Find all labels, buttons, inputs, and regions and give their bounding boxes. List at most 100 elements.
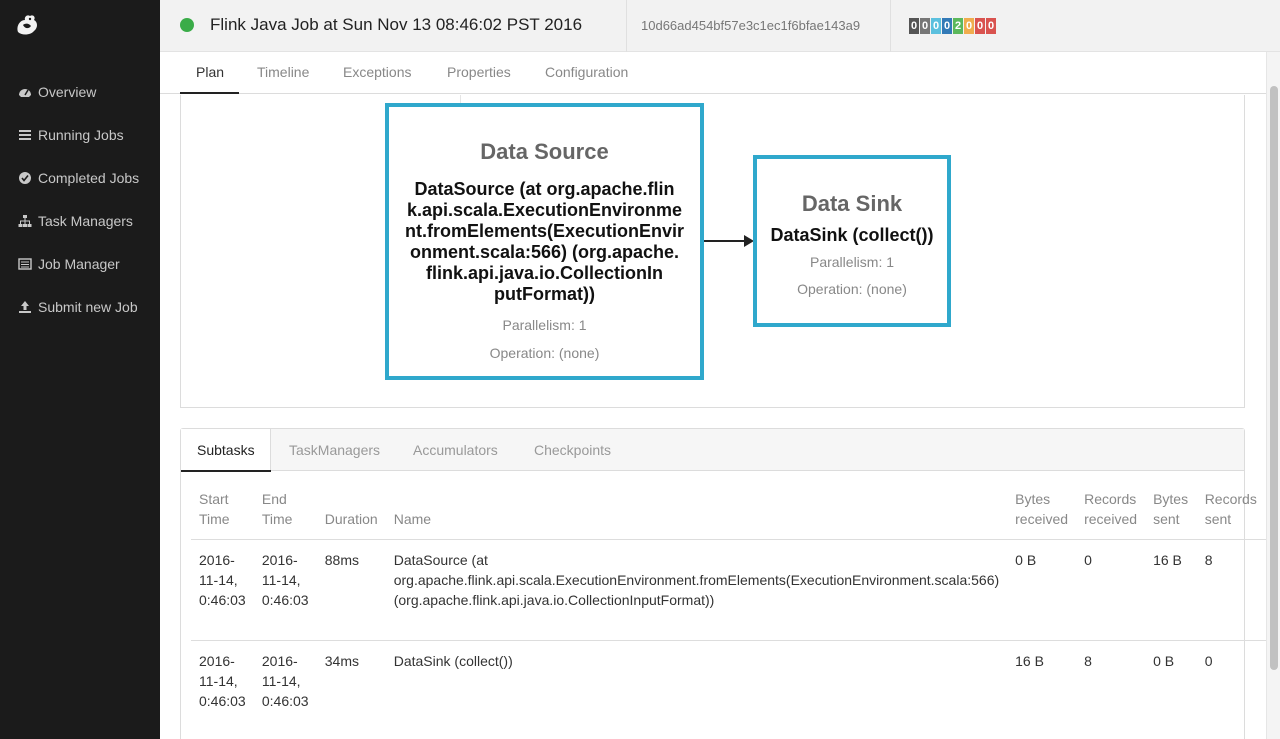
column-header-bytes-sent[interactable]: Bytes sent — [1145, 489, 1197, 540]
tab-plan[interactable]: Plan — [196, 64, 224, 80]
node-parallelism: Parallelism: 1 — [809, 254, 895, 270]
status-badge: 0 — [964, 18, 974, 34]
sitemap-icon — [18, 214, 32, 228]
cell-duration: 88ms — [316, 539, 386, 641]
active-tab-indicator — [180, 92, 239, 94]
cell-bytes-received: 16 B — [1015, 653, 1044, 669]
tab-accumulators[interactable]: Accumulators — [413, 442, 498, 458]
plan-graph[interactable]: Data Source DataSource (at org.apache.fl… — [180, 95, 1245, 408]
node-description: DataSource (at org.apache.flin k.api.sca… — [397, 179, 692, 305]
node-description: DataSink (collect()) — [770, 225, 934, 245]
cell-start-time: 2016- 11-14, 0:46:03 — [199, 653, 246, 709]
task-status-badges: 0 0 0 0 2 0 0 0 — [909, 18, 997, 34]
node-title: Data Source — [480, 139, 609, 164]
cell-bytes-sent: 16 B — [1145, 539, 1197, 641]
list-icon — [18, 257, 32, 271]
sidebar-item-label: Task Managers — [38, 212, 133, 229]
job-title: Flink Java Job at Sun Nov 13 08:46:02 PS… — [210, 15, 583, 34]
cell-duration: 34ms — [324, 653, 359, 669]
sidebar-nav: Overview Running Jobs Completed Jobs Tas… — [0, 70, 160, 328]
cell-end-time: 2016- 11-14, 0:46:03 — [253, 539, 317, 641]
cell-name: DataSource (at org.apache.flink.api.scala… — [385, 539, 1008, 641]
node-description-line: DataSource (at org.apache.flin — [414, 179, 675, 199]
status-badge: 0 — [920, 18, 930, 34]
column-header-name[interactable]: Name — [385, 489, 1008, 540]
cell-bytes-received: 0 B — [1007, 539, 1077, 641]
job-tabs: Plan Timeline Exceptions Properties Conf… — [160, 52, 1266, 94]
sidebar-item-running-jobs[interactable]: Running Jobs — [0, 113, 160, 156]
dashboard-icon — [18, 85, 32, 99]
sidebar-item-label: Submit new Job — [38, 298, 138, 315]
subtasks-table: Start Time End Time Duration Name Bytes rec… — [191, 489, 1266, 739]
status-badge: 0 — [986, 18, 996, 34]
node-description-line: flink.api.java.io.CollectionIn — [425, 263, 664, 283]
plan-node-data-sink[interactable]: Data Sink DataSink (collect()) Paralleli… — [753, 155, 951, 327]
tab-configuration[interactable]: Configuration — [545, 64, 628, 80]
upload-icon — [18, 300, 32, 314]
tab-checkpoints[interactable]: Checkpoints — [534, 442, 611, 458]
table-row[interactable]: 2016- 11-14, 0:46:03 2016- 11-14, 0:46:03 88… — [191, 539, 1266, 641]
cell-records-sent: 0 — [1204, 653, 1213, 669]
job-id: 10d66ad454bf57e3c1ec1f6bfae143a9 — [641, 18, 861, 33]
tasks-icon — [18, 128, 32, 142]
status-badge: 0 — [975, 18, 985, 34]
status-badge: 0 — [931, 18, 941, 34]
status-badge: 0 — [909, 18, 919, 34]
cell-start-time: 2016- 11-14, 0:46:03 — [191, 539, 254, 641]
sidebar-item-submit-new-job[interactable]: Submit new Job — [0, 285, 160, 328]
column-header-records-received[interactable]: Records received — [1076, 489, 1146, 540]
check-circle-icon — [18, 171, 32, 185]
node-title: Data Sink — [801, 191, 903, 216]
cell-records-received: 0 — [1076, 539, 1146, 641]
sidebar-item-label: Completed Jobs — [38, 169, 140, 186]
node-description-line: putFormat)) — [494, 284, 595, 304]
table-row[interactable]: 2016- 11-14, 0:46:03 2016- 11-14, 0:46:03 34… — [191, 641, 1266, 739]
tab-properties[interactable]: Properties — [447, 64, 511, 80]
cell-name: DataSink (collect()) — [393, 653, 513, 669]
tab-exceptions[interactable]: Exceptions — [343, 64, 411, 80]
column-header-end-time[interactable]: End Time — [253, 489, 317, 540]
column-header-bytes-received[interactable]: Bytes received — [1007, 489, 1077, 540]
sidebar-item-label: Overview — [38, 83, 97, 100]
job-header: Flink Java Job at Sun Nov 13 08:46:02 PS… — [160, 0, 1280, 52]
sidebar-item-completed-jobs[interactable]: Completed Jobs — [0, 156, 160, 199]
status-badge: 0 — [942, 18, 952, 34]
node-description-line: onment.scala:566) (org.apache. — [409, 242, 680, 262]
column-header-records-sent[interactable]: Records sent — [1196, 489, 1266, 540]
tab-taskmanagers[interactable]: TaskManagers — [289, 442, 380, 458]
scrollbar-thumb[interactable] — [1270, 86, 1278, 670]
job-id-cell: 10d66ad454bf57e3c1ec1f6bfae143a9 — [626, 0, 891, 52]
page-scrollbar[interactable] — [1266, 52, 1280, 739]
tab-timeline[interactable]: Timeline — [257, 64, 309, 80]
cell-records-received: 8 — [1084, 653, 1092, 669]
edge-arrow — [704, 235, 754, 247]
sidebar: Overview Running Jobs Completed Jobs Tas… — [0, 0, 160, 739]
sidebar-item-label: Running Jobs — [38, 126, 124, 143]
cell-end-time: 2016- 11-14, 0:46:03 — [261, 653, 309, 709]
node-description-line: nt.fromElements(ExecutionEnvir — [404, 221, 685, 241]
plan-node-data-source[interactable]: Data Source DataSource (at org.apache.fl… — [385, 103, 704, 380]
sidebar-item-overview[interactable]: Overview — [0, 70, 160, 113]
cell-records-sent: 8 — [1196, 539, 1266, 641]
vertex-details-panel: Subtasks TaskManagers Accumulators Check… — [180, 428, 1266, 739]
column-header-duration[interactable]: Duration — [316, 489, 386, 540]
active-panel-tab-indicator — [181, 470, 271, 472]
sidebar-item-job-manager[interactable]: Job Manager — [0, 242, 160, 285]
squirrel-logo-icon — [17, 15, 37, 35]
node-operation: Operation: (none) — [489, 345, 600, 361]
sidebar-item-task-managers[interactable]: Task Managers — [0, 199, 160, 242]
logo[interactable] — [0, 0, 160, 52]
node-description-line: k.api.scala.ExecutionEnvironme — [406, 200, 683, 220]
panel-tabs: Subtasks TaskManagers Accumulators Check… — [181, 429, 1244, 472]
status-badge: 2 — [953, 18, 963, 34]
plan-divider — [460, 95, 461, 103]
column-header-start-time[interactable]: Start Time — [191, 489, 254, 540]
sidebar-item-label: Job Manager — [38, 255, 120, 272]
job-status-indicator — [180, 18, 194, 32]
table-header-row: Start Time End Time Duration Name Bytes rec… — [191, 489, 1266, 540]
subtasks-table-wrap: Start Time End Time Duration Name Bytes rec… — [191, 489, 1266, 739]
node-operation: Operation: (none) — [797, 281, 907, 297]
node-parallelism: Parallelism: 1 — [502, 317, 587, 333]
cell-bytes-sent: 0 B — [1153, 653, 1175, 669]
tab-subtasks[interactable]: Subtasks — [197, 442, 255, 458]
